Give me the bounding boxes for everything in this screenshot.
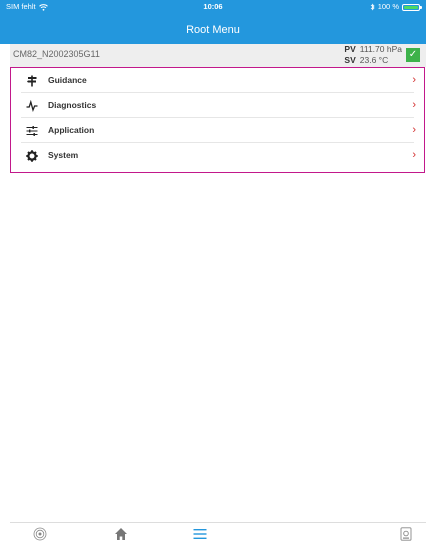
bluetooth-icon — [370, 3, 375, 11]
pv-value: 111.70 hPa — [359, 44, 402, 54]
top-bar: SIM fehlt 10:06 100 % Root Menu — [0, 0, 426, 44]
status-right: 100 % — [370, 0, 422, 14]
device-info-bar[interactable]: CM82_N2002305G11 PV 111.70 hPa SV 23.6 °C … — [10, 44, 426, 67]
chevron-right-icon: › — [412, 149, 416, 161]
readouts: PV 111.70 hPa SV 23.6 °C — [344, 44, 402, 65]
page-title: Root Menu — [186, 24, 240, 36]
radar-icon[interactable] — [33, 527, 47, 541]
sv-label: SV — [344, 54, 356, 65]
signpost-icon — [27, 75, 37, 87]
pv-readout: PV 111.70 hPa — [344, 44, 402, 55]
menu-item-label: Guidance — [48, 75, 87, 85]
pulse-icon — [26, 100, 38, 112]
chevron-right-icon: › — [412, 99, 416, 111]
menu-item-application[interactable]: Application › — [11, 118, 424, 143]
sv-value: 23.6 °C — [359, 54, 389, 65]
menu-icon[interactable] — [193, 527, 207, 541]
chevron-right-icon: › — [412, 74, 416, 86]
status-bar: SIM fehlt 10:06 100 % — [0, 0, 426, 14]
device-icon[interactable] — [399, 527, 413, 541]
menu-item-system[interactable]: System › — [11, 143, 424, 168]
menu-item-guidance[interactable]: Guidance › — [11, 68, 424, 93]
pv-label: PV — [344, 44, 356, 54]
menu-item-label: Application — [48, 125, 95, 135]
menu-item-label: System — [48, 150, 79, 160]
menu-item-label: Diagnostics — [48, 100, 97, 110]
root-menu: Guidance › Diagnostics › Application › S… — [10, 67, 425, 173]
battery-label: 100 % — [377, 2, 399, 11]
status-time: 10:06 — [203, 2, 223, 11]
chevron-right-icon: › — [412, 124, 416, 136]
check-icon: ✓ — [406, 48, 420, 62]
home-icon[interactable] — [114, 527, 128, 541]
battery-icon — [402, 3, 422, 11]
sliders-icon — [26, 126, 38, 136]
menu-item-diagnostics[interactable]: Diagnostics › — [11, 93, 424, 118]
sv-readout: SV 23.6 °C — [344, 55, 402, 66]
device-name: CM82_N2002305G11 — [13, 49, 100, 59]
gear-icon — [26, 150, 38, 162]
tabbar-divider — [10, 522, 426, 523]
